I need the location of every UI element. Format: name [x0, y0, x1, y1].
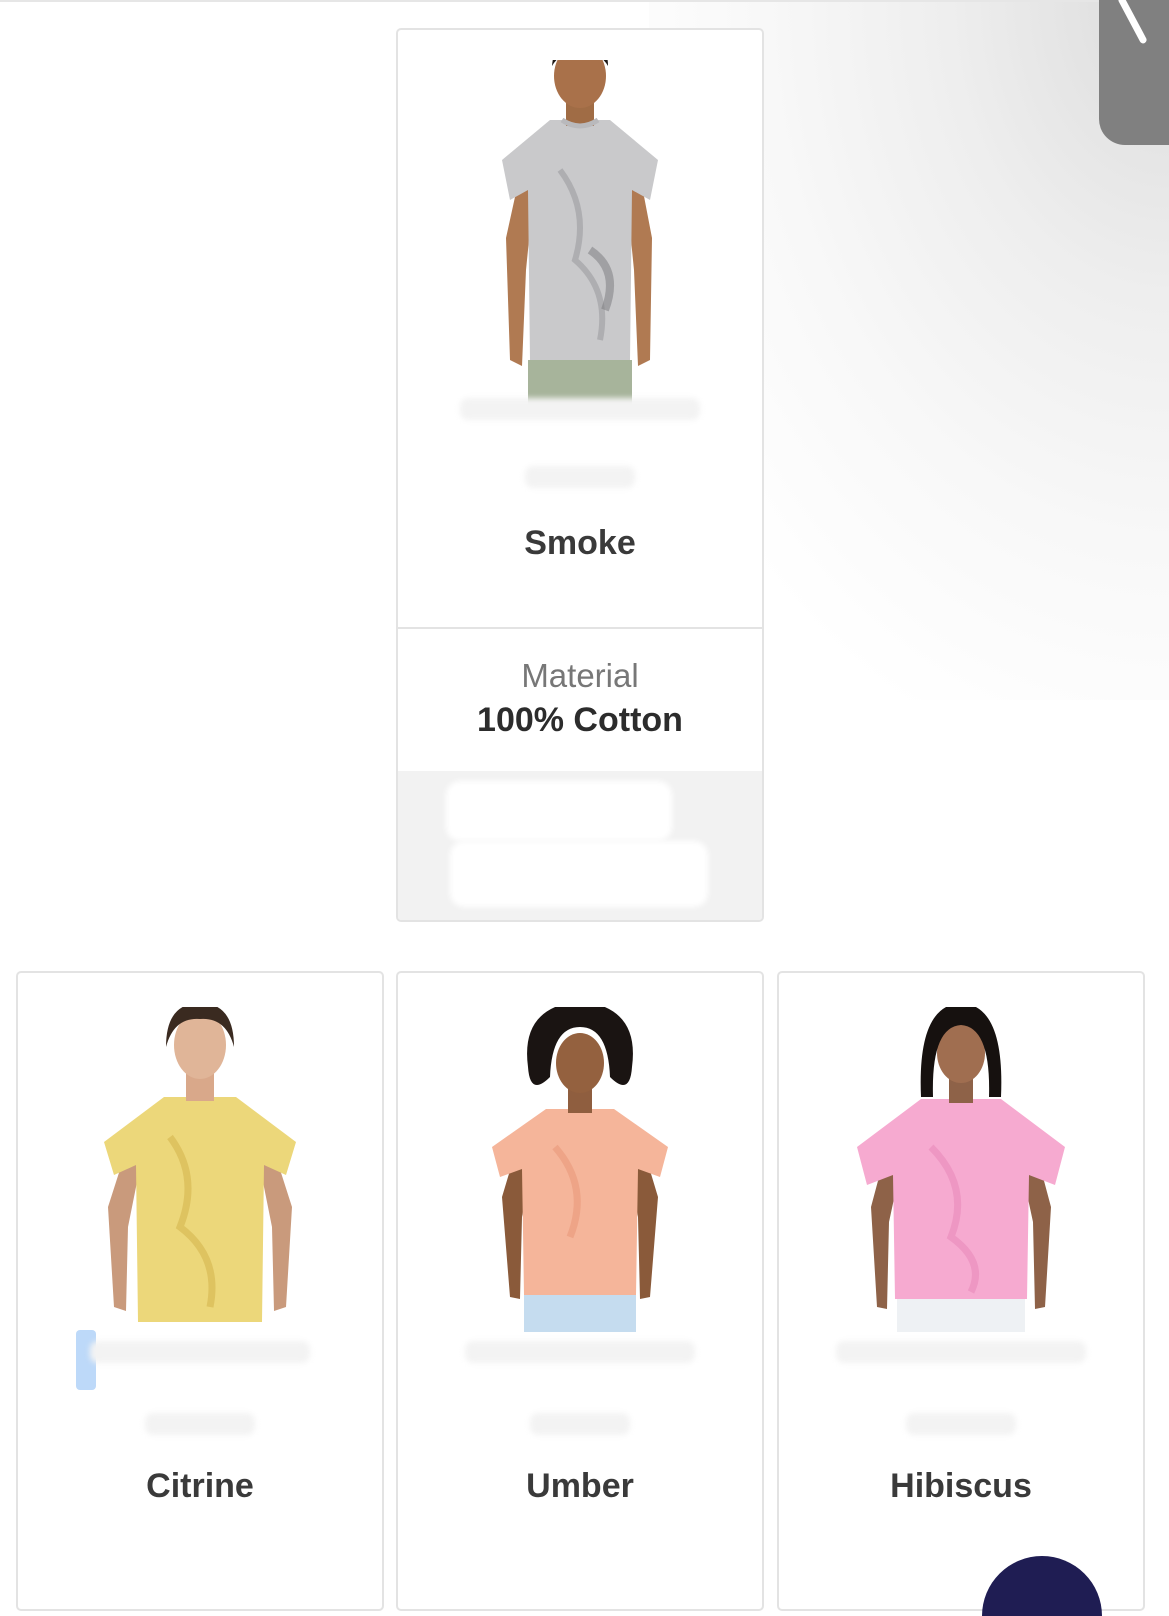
featured-product-card[interactable]: Smoke Material 100% Cotton: [396, 28, 764, 922]
blurred-product-price: [145, 1413, 255, 1435]
model-smoke-illustration: [502, 36, 658, 405]
product-card-citrine[interactable]: Citrine: [16, 971, 384, 1611]
material-info: Material 100% Cotton: [398, 627, 762, 773]
blurred-product-price: [525, 466, 635, 488]
blurred-footer-block: [446, 781, 672, 841]
material-label: Material: [521, 657, 639, 694]
product-image[interactable]: [398, 36, 762, 405]
product-image[interactable]: [18, 1003, 382, 1332]
material-value: 100% Cotton: [477, 701, 683, 739]
top-divider: [0, 0, 1169, 2]
blurred-product-title: [460, 398, 700, 420]
color-name: Hibiscus: [890, 1467, 1032, 1505]
blurred-product-title: [836, 1341, 1086, 1363]
product-card-hibiscus[interactable]: Hibiscus: [777, 971, 1145, 1611]
color-name: Umber: [526, 1467, 634, 1505]
card-footer: [398, 771, 762, 920]
color-name: Citrine: [146, 1467, 254, 1505]
blurred-product-title: [465, 1341, 695, 1363]
blurred-footer-block: [450, 841, 708, 907]
blurred-product-price: [530, 1413, 630, 1435]
product-card-umber[interactable]: Umber: [396, 971, 764, 1611]
model-citrine-illustration: [104, 1003, 296, 1322]
model-umber-illustration: [492, 1001, 668, 1332]
model-hibiscus-illustration: [857, 1003, 1065, 1332]
blurred-product-title: [90, 1341, 310, 1363]
product-image[interactable]: [398, 1001, 762, 1332]
color-name: Smoke: [524, 524, 636, 562]
blurred-product-price: [906, 1413, 1016, 1435]
slash-icon: [1117, 0, 1148, 45]
product-image[interactable]: [779, 1003, 1143, 1332]
corner-tab[interactable]: [1099, 0, 1169, 145]
